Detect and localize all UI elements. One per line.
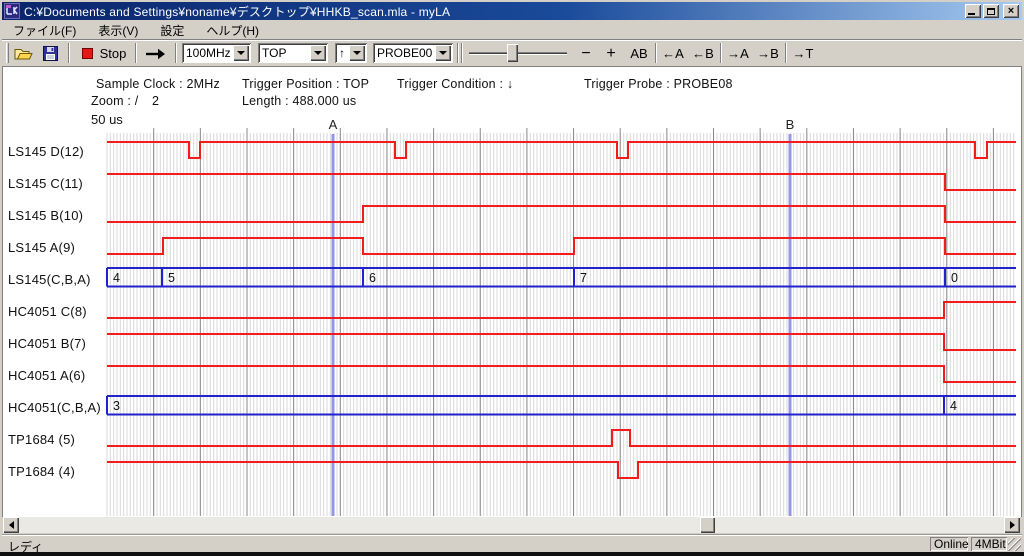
info-zoom-value: 2 <box>152 94 159 108</box>
menu-item-view[interactable]: 表示(V) <box>91 21 145 40</box>
info-trigger-position: Trigger Position : TOP <box>242 77 369 91</box>
set-marker-a-button[interactable]: →A <box>725 43 751 64</box>
sample-rate-combobox[interactable]: 100MHz <box>182 43 251 63</box>
trigger-edge-combobox[interactable]: ↑ <box>335 43 367 63</box>
toolbar-separator <box>68 43 70 63</box>
stop-icon <box>82 48 93 59</box>
chevron-down-icon <box>314 51 322 55</box>
zoom-slider-thumb[interactable] <box>507 44 518 62</box>
goto-marker-b-button[interactable]: ←B <box>690 43 716 64</box>
app-window: C:¥Documents and Settings¥noname¥デスクトップ¥… <box>0 0 1024 556</box>
run-arrow-icon <box>145 48 167 60</box>
trigger-position-value: TOP <box>258 46 310 60</box>
menu-item-help[interactable]: ヘルプ(H) <box>199 21 266 40</box>
app-icon[interactable] <box>4 3 20 19</box>
goto-trigger-button[interactable]: →T <box>790 43 816 64</box>
toolbar-separator <box>457 43 459 63</box>
waveform-display[interactable]: 50 us <box>0 108 1024 517</box>
save-floppy-icon <box>43 46 58 61</box>
toolbar-grip <box>6 43 9 63</box>
minimize-button[interactable] <box>965 4 981 18</box>
menu-item-file[interactable]: ファイル(F) <box>6 21 83 40</box>
toolbar-separator <box>655 43 657 63</box>
open-file-button[interactable] <box>11 43 35 64</box>
trigger-edge-dropdown-button[interactable] <box>349 45 365 61</box>
trigger-probe-dropdown-button[interactable] <box>435 45 451 61</box>
trigger-probe-value: PROBE00 <box>373 46 435 60</box>
status-bar: レディ Online 4MBit <box>2 534 1022 552</box>
window-title: C:¥Documents and Settings¥noname¥デスクトップ¥… <box>24 3 450 20</box>
maximize-icon <box>987 8 995 15</box>
menu-bar: ファイル(F) 表示(V) 設定ヘルプ(H) <box>2 21 1022 39</box>
trigger-position-combobox[interactable]: TOP <box>258 43 328 63</box>
run-button[interactable] <box>142 43 170 64</box>
info-sample-clock: Sample Clock : 2MHz <box>96 77 220 91</box>
scrollbar-thumb[interactable] <box>700 517 715 533</box>
zoom-slider[interactable] <box>469 43 567 64</box>
toolbar-separator <box>461 43 463 63</box>
zoom-out-button[interactable]: − <box>576 43 596 64</box>
info-length: Length : 488.000 us <box>242 94 356 108</box>
zoom-slider-track[interactable] <box>469 52 567 55</box>
trigger-probe-combobox[interactable]: PROBE00 <box>373 43 453 63</box>
save-file-button[interactable] <box>38 43 62 64</box>
resize-grip[interactable] <box>1008 538 1021 551</box>
trigger-edge-value: ↑ <box>335 46 349 60</box>
toolbar-separator <box>720 43 722 63</box>
info-zoom-label: Zoom : / <box>91 94 138 108</box>
stop-button-label: Stop <box>100 46 127 61</box>
chevron-down-icon <box>237 51 245 55</box>
close-button[interactable]: × <box>1003 4 1019 18</box>
horizontal-scrollbar[interactable] <box>3 517 1020 533</box>
chevron-down-icon <box>439 51 447 55</box>
chevron-down-icon <box>353 51 361 55</box>
left-arrow-icon <box>9 521 14 529</box>
zoom-ab-button[interactable]: AB <box>626 43 652 64</box>
memory-size-badge: 4MBit <box>971 537 1007 551</box>
desktop-edge <box>0 552 1024 556</box>
toolbar: Stop 100MHz TOP ↑ PROBE00 <box>2 39 1022 66</box>
title-bar[interactable]: C:¥Documents and Settings¥noname¥デスクトップ¥… <box>2 2 1022 20</box>
scroll-right-button[interactable] <box>1004 517 1020 533</box>
goto-marker-a-button[interactable]: ←A <box>660 43 686 64</box>
scroll-left-button[interactable] <box>3 517 19 533</box>
toolbar-separator <box>135 43 137 63</box>
menu-item-settings[interactable]: 設定 <box>153 21 191 40</box>
info-trigger-probe: Trigger Probe : PROBE08 <box>584 77 733 91</box>
close-icon: × <box>1008 6 1014 17</box>
toolbar-separator <box>175 43 177 63</box>
zoom-in-button[interactable]: + <box>601 43 621 64</box>
info-trigger-condition: Trigger Condition : ↓ <box>397 77 513 91</box>
stop-button[interactable]: Stop <box>78 43 130 64</box>
open-folder-icon <box>14 46 33 61</box>
toolbar-separator <box>785 43 787 63</box>
minimize-icon <box>968 13 975 15</box>
sample-rate-dropdown-button[interactable] <box>233 45 249 61</box>
right-arrow-icon <box>1010 521 1015 529</box>
online-status-badge: Online <box>930 537 968 551</box>
trigger-position-dropdown-button[interactable] <box>310 45 326 61</box>
maximize-button[interactable] <box>983 4 999 18</box>
sample-rate-value: 100MHz <box>182 46 233 60</box>
set-marker-b-button[interactable]: →B <box>755 43 781 64</box>
time-scale-label: 50 us <box>91 112 123 127</box>
